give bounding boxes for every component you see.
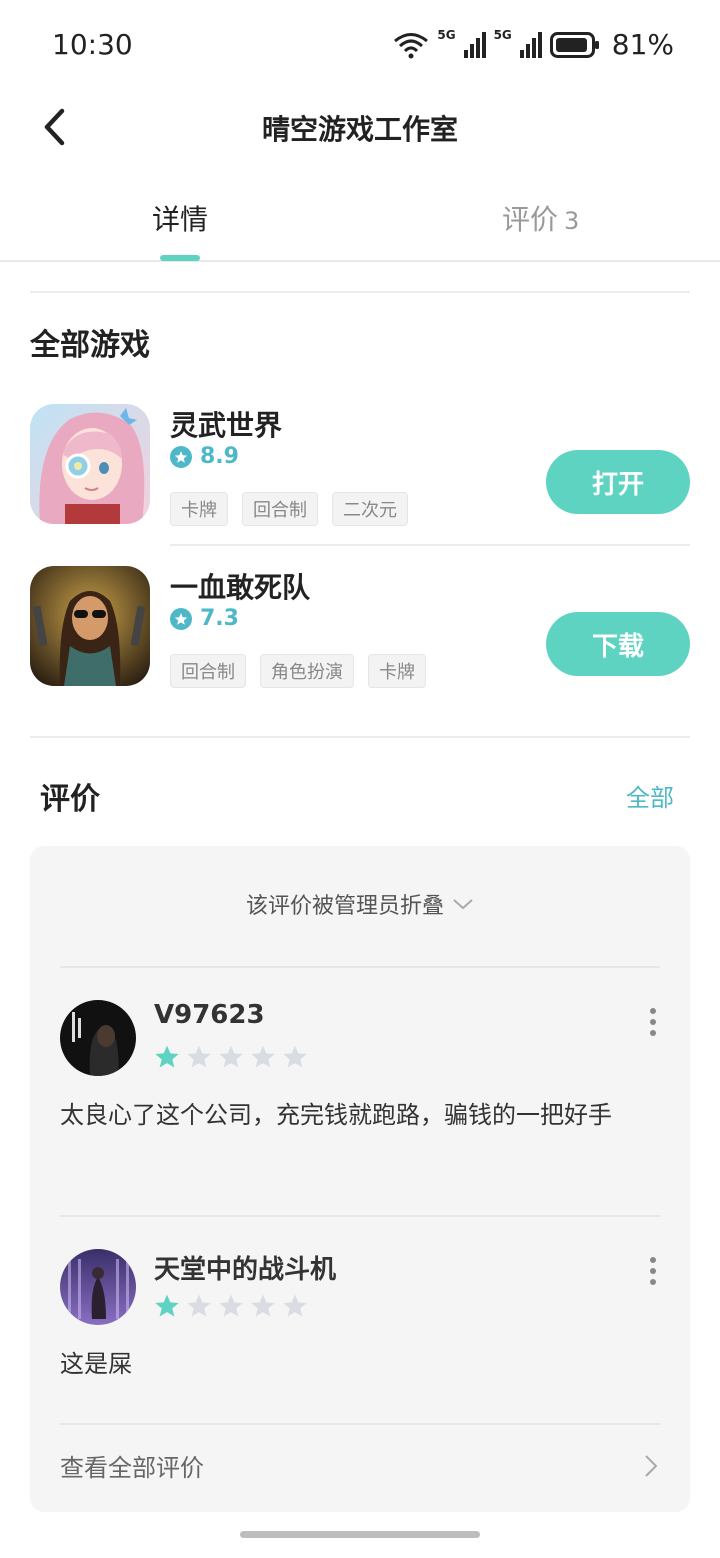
star-empty-icon [187, 1045, 211, 1068]
reviews-all-link[interactable]: 全部 [626, 778, 674, 813]
status-bar: 10:30 5G 5G 81% [0, 0, 720, 92]
games-section-title: 全部游戏 [30, 328, 150, 363]
divider [30, 736, 690, 738]
star-empty-icon [283, 1045, 307, 1068]
game-rating: 7.3 [170, 606, 239, 631]
tab-bar: 详情 评价 3 [0, 180, 720, 262]
star-badge-icon [170, 445, 192, 468]
status-time: 10:30 [52, 28, 133, 61]
battery-percent: 81% [611, 28, 674, 61]
reviewer-name[interactable]: 天堂中的战斗机 [154, 1249, 336, 1286]
rating-value: 7.3 [200, 606, 239, 631]
more-options-icon[interactable] [646, 1257, 660, 1285]
star-empty-icon [283, 1294, 307, 1317]
star-empty-icon [251, 1045, 275, 1068]
review-item: 天堂中的战斗机 这是屎 [60, 1249, 660, 1409]
star-rating [154, 1044, 308, 1070]
signal-icon-2 [519, 31, 542, 58]
game-icon-lingwu[interactable] [30, 404, 150, 524]
tag: 回合制 [242, 492, 318, 526]
home-indicator[interactable] [240, 1531, 480, 1538]
rating-value: 8.9 [200, 444, 239, 469]
folded-notice[interactable]: 该评价被管理员折叠 [30, 888, 690, 920]
star-empty-icon [187, 1294, 211, 1317]
tab-reviews[interactable]: 评价 3 [502, 198, 579, 238]
star-filled-icon [155, 1045, 179, 1068]
divider [30, 291, 690, 293]
signal-icon [463, 31, 486, 58]
network-5g-label-2: 5G [493, 28, 512, 42]
tag: 二次元 [332, 492, 408, 526]
view-all-reviews-label: 查看全部评价 [60, 1454, 204, 1482]
page-title: 晴空游戏工作室 [261, 113, 458, 146]
tab-reviews-count: 3 [564, 207, 580, 235]
game-tags: 回合制 角色扮演 卡牌 [170, 654, 426, 688]
divider [60, 966, 660, 968]
game-rating: 8.9 [170, 444, 239, 469]
review-item: V97623 太良心了这个公司，充完钱就跑路，骗钱的一把好手 [60, 1000, 660, 1200]
network-5g-label-1: 5G [437, 28, 456, 42]
game-icon-yixue[interactable] [30, 566, 150, 686]
reviews-section-title: 评价 [40, 782, 100, 817]
status-icons: 5G 5G 81% [393, 28, 674, 61]
divider [60, 1215, 660, 1217]
tag: 角色扮演 [260, 654, 354, 688]
view-all-reviews[interactable]: 查看全部评价 [60, 1448, 660, 1488]
game-name[interactable]: 灵武世界 [170, 404, 282, 444]
tag: 卡牌 [170, 492, 228, 526]
review-card: 该评价被管理员折叠 V97623 太良心了这个公司，充完钱就跑路，骗钱的一把好手 [30, 846, 690, 1512]
tab-detail[interactable]: 详情 [152, 198, 208, 238]
review-text: 太良心了这个公司，充完钱就跑路，骗钱的一把好手 [60, 1101, 612, 1129]
download-button[interactable]: 下载 [546, 612, 690, 676]
folded-notice-label: 该评价被管理员折叠 [245, 894, 444, 919]
tag: 卡牌 [368, 654, 426, 688]
battery-icon [549, 31, 599, 58]
divider [60, 1423, 660, 1425]
chevron-right-icon [645, 1455, 658, 1477]
star-rating [154, 1293, 308, 1319]
game-name[interactable]: 一血敢死队 [170, 566, 310, 606]
chevron-down-icon [453, 899, 473, 910]
star-empty-icon [251, 1294, 275, 1317]
tag: 回合制 [170, 654, 246, 688]
star-badge-icon [170, 607, 192, 630]
review-text: 这是屎 [60, 1350, 132, 1378]
star-empty-icon [219, 1045, 243, 1068]
wifi-icon [394, 32, 429, 58]
star-empty-icon [219, 1294, 243, 1317]
avatar[interactable] [60, 1249, 136, 1325]
nav-bar: 晴空游戏工作室 [0, 92, 720, 162]
avatar[interactable] [60, 1000, 136, 1076]
more-options-icon[interactable] [646, 1008, 660, 1036]
tab-reviews-label: 评价 [502, 203, 559, 236]
game-item[interactable]: 一血敢死队 7.3 回合制 角色扮演 卡牌 下载 [30, 566, 690, 706]
open-button[interactable]: 打开 [546, 450, 690, 514]
star-filled-icon [155, 1294, 179, 1317]
reviewer-name[interactable]: V97623 [154, 1000, 265, 1030]
tab-indicator [160, 255, 200, 261]
game-tags: 卡牌 回合制 二次元 [170, 492, 408, 526]
game-item[interactable]: 灵武世界 8.9 卡牌 回合制 二次元 打开 [30, 404, 690, 544]
divider [170, 544, 690, 546]
